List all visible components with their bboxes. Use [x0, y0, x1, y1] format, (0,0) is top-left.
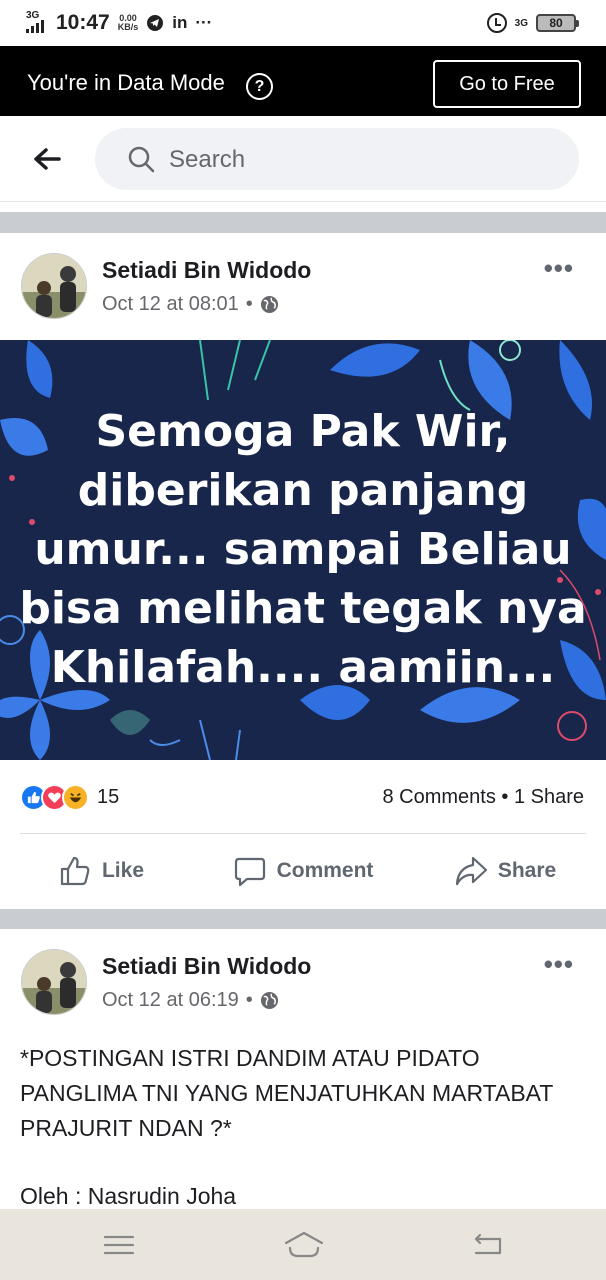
- post-text: *POSTINGAN ISTRI DANDIM ATAU PIDATO PANG…: [20, 1045, 553, 1141]
- feed-post: Setiadi Bin Widodo Oct 12 at 06:19 • •••…: [0, 929, 606, 1209]
- search-header: Search: [0, 116, 606, 202]
- caption-line: umur... sampai Beliau: [34, 524, 572, 575]
- share-label: Share: [497, 859, 557, 882]
- image-caption: Semoga Pak Wir, diberikan panjang umur..…: [0, 402, 606, 697]
- avatar[interactable]: [21, 949, 87, 1015]
- signal-indicator: 3G: [26, 11, 48, 35]
- home-icon[interactable]: [284, 1229, 324, 1261]
- search-placeholder: Search: [169, 146, 246, 173]
- feed-separator: [0, 212, 606, 233]
- post-image[interactable]: Semoga Pak Wir, diberikan panjang umur..…: [0, 340, 606, 760]
- share-button[interactable]: Share: [404, 833, 606, 909]
- comment-button[interactable]: Comment: [202, 833, 404, 909]
- caption-line: bisa melihat tegak nya: [19, 583, 587, 634]
- help-icon[interactable]: ?: [246, 73, 273, 100]
- battery-icon: 80: [536, 14, 579, 32]
- post-author[interactable]: Setiadi Bin Widodo: [102, 257, 311, 284]
- post-options-icon[interactable]: •••: [544, 949, 574, 980]
- post-meta: Oct 12 at 08:01 •: [102, 293, 279, 316]
- back-icon[interactable]: [470, 1229, 506, 1261]
- status-right: 3G 80: [486, 12, 579, 34]
- data-mode-message: You're in Data Mode: [27, 70, 225, 95]
- status-bar: 3G 10:47 0.00 KB/s in ··· 3G 80: [0, 0, 606, 46]
- globe-icon: [260, 991, 278, 1010]
- system-nav-bar: [0, 1209, 606, 1280]
- post-time[interactable]: Oct 12 at 08:01: [102, 293, 239, 316]
- speed-unit: KB/s: [117, 22, 139, 32]
- search-input[interactable]: Search: [95, 128, 579, 190]
- back-arrow-icon[interactable]: [32, 144, 62, 174]
- reaction-count: 15: [97, 786, 120, 808]
- clock: 10:47: [56, 11, 110, 34]
- meta-separator: •: [245, 989, 253, 1011]
- share-icon: [455, 856, 487, 886]
- caption-line: Semoga Pak Wir,: [95, 406, 511, 457]
- avatar[interactable]: [21, 253, 87, 319]
- like-label: Like: [101, 859, 145, 882]
- globe-icon: [260, 295, 278, 314]
- caption-line: Khilafah.... aamiin...: [50, 642, 556, 693]
- go-to-free-button[interactable]: Go to Free: [433, 60, 581, 108]
- telegram-icon: [147, 15, 164, 31]
- post-time[interactable]: Oct 12 at 06:19: [102, 989, 239, 1012]
- linkedin-icon: in: [172, 13, 188, 32]
- network-type-right: 3G: [514, 17, 528, 29]
- post-author[interactable]: Setiadi Bin Widodo: [102, 953, 311, 980]
- alarm-icon: [486, 13, 507, 33]
- battery-level: 80: [549, 16, 563, 30]
- comments-shares-count[interactable]: 8 Comments • 1 Share: [382, 786, 584, 809]
- avatar-photo: [22, 254, 86, 318]
- data-mode-banner: You're in Data Mode ? Go to Free: [0, 46, 606, 116]
- avatar-photo: [22, 950, 86, 1014]
- haha-reaction-icon: [62, 784, 89, 811]
- signal-bars-icon: [26, 20, 44, 33]
- like-icon: [60, 856, 90, 886]
- meta-separator: •: [245, 293, 253, 315]
- post-actions: Like Comment Share: [0, 833, 606, 909]
- feed-post: Setiadi Bin Widodo Oct 12 at 08:01 • •••: [0, 233, 606, 909]
- feed-separator: [0, 909, 606, 929]
- comment-icon: [234, 857, 265, 887]
- post-options-icon[interactable]: •••: [544, 253, 574, 284]
- like-button[interactable]: Like: [0, 833, 202, 909]
- more-notifications-icon: ···: [195, 13, 213, 32]
- reaction-summary[interactable]: 15: [20, 784, 119, 811]
- status-left: 3G 10:47 0.00 KB/s in ···: [26, 10, 212, 36]
- menu-icon[interactable]: [101, 1229, 137, 1261]
- network-speed: 0.00 KB/s: [118, 14, 139, 32]
- post-meta: Oct 12 at 06:19 •: [102, 989, 279, 1012]
- comment-label: Comment: [276, 859, 374, 882]
- help-glyph: ?: [254, 77, 265, 95]
- search-icon: [128, 146, 155, 173]
- caption-line: diberikan panjang: [77, 465, 529, 516]
